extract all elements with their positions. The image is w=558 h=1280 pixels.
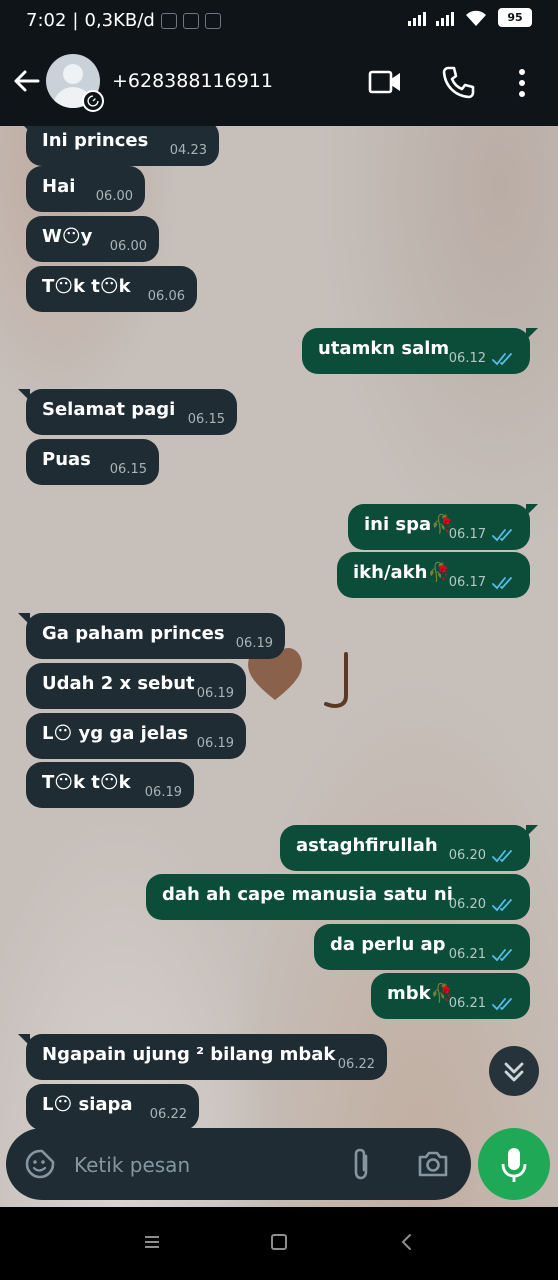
outgoing-message[interactable]: mbk🥀 06.21 (371, 973, 530, 1019)
double-chevron-down-icon[interactable] (489, 1046, 539, 1096)
message-time: 06.22 (149, 1107, 187, 1122)
chat-area[interactable]: Ini princes 04.23 Hai 06.00 W😶y 06.00 T😶k t😶k 0… (0, 126, 558, 1207)
message-time: 06.15 (109, 462, 147, 477)
outgoing-message[interactable]: ikh/akh🥀 06.17 (337, 552, 530, 598)
incoming-message[interactable]: T😶k t😶k 06.19 (26, 762, 194, 808)
message-time: 06.20 (448, 848, 486, 863)
app-notification-icon (182, 12, 199, 29)
message-time: 06.17 (448, 575, 486, 590)
incoming-message[interactable]: Ga paham princes 06.19 (18, 613, 285, 659)
message-text: Ngapain ujung ² bilang mbak (42, 1044, 336, 1065)
message-text: dah ah cape manusia satu ni (162, 884, 453, 905)
incoming-message[interactable]: Ngapain ujung ² bilang mbak 06.22 (18, 1034, 387, 1080)
read-receipt-icon (492, 529, 512, 542)
outgoing-message[interactable]: ini spa🥀 06.17 (348, 504, 538, 550)
contact-name[interactable]: +628388116911 (112, 70, 273, 92)
outgoing-message[interactable]: da perlu ap 06.21 (314, 924, 530, 970)
video-camera-icon[interactable] (367, 66, 403, 98)
outgoing-message[interactable]: astaghfirullah 06.20 (280, 825, 538, 871)
message-text: mbk🥀 (387, 983, 454, 1004)
tiktok-icon (204, 12, 221, 29)
phone-icon[interactable] (440, 64, 476, 100)
status-bar: 7:02 | 0,3KB/d 95 (0, 0, 558, 44)
message-time: 06.19 (144, 785, 182, 800)
system-nav-bar (0, 1207, 558, 1280)
status-time: 7:02 (26, 10, 67, 31)
message-time: 06.00 (109, 239, 147, 254)
message-time: 06.12 (448, 351, 486, 366)
camera-icon[interactable] (416, 1148, 450, 1180)
incoming-message[interactable]: W😶y 06.00 (26, 216, 159, 262)
outgoing-message[interactable]: utamkn salm 06.12 (302, 328, 538, 374)
battery-level: 95 (507, 11, 523, 24)
message-text: T😶k t😶k (42, 772, 131, 793)
message-text: Ga paham princes (42, 623, 225, 644)
message-time: 06.20 (448, 897, 486, 912)
message-text: Udah 2 x sebut (42, 673, 195, 694)
message-time: 06.21 (448, 996, 486, 1011)
paperclip-icon[interactable] (346, 1146, 376, 1182)
recent-apps-icon[interactable] (143, 1234, 161, 1250)
incoming-message[interactable]: L😶 siapa 06.22 (26, 1084, 199, 1130)
outgoing-message[interactable]: dah ah cape manusia satu ni 06.20 (146, 874, 530, 920)
message-text: utamkn salm (318, 338, 450, 359)
message-time: 06.00 (95, 189, 133, 204)
message-input[interactable] (72, 1142, 336, 1188)
message-text: L😶 siapa (42, 1094, 133, 1115)
message-text: astaghfirullah (296, 835, 438, 856)
message-text: Selamat pagi (42, 399, 176, 420)
status-data-speed: 0,3KB/d (84, 10, 155, 31)
back-arrow-icon[interactable] (10, 64, 44, 98)
message-text: Puas (42, 449, 91, 470)
read-receipt-icon (492, 850, 512, 863)
message-time: 06.19 (235, 636, 273, 651)
microphone-icon[interactable] (478, 1128, 550, 1200)
message-text: W😶y (42, 226, 93, 247)
home-icon[interactable] (271, 1234, 287, 1250)
message-text: Ini princes (42, 130, 149, 151)
message-text: L😶 yg ga jelas (42, 723, 189, 744)
message-time: 06.19 (196, 686, 234, 701)
signal-icon-2 (436, 10, 454, 26)
message-composer (6, 1128, 471, 1200)
message-time: 06.17 (448, 527, 486, 542)
read-receipt-icon (492, 949, 512, 962)
read-receipt-icon (492, 998, 512, 1011)
signal-icon (408, 10, 426, 26)
wifi-icon (466, 10, 486, 26)
message-time: 06.21 (448, 947, 486, 962)
message-time: 06.22 (337, 1057, 375, 1072)
incoming-message[interactable]: Puas 06.15 (26, 439, 159, 485)
incoming-message[interactable]: L😶 yg ga jelas 06.19 (26, 713, 246, 759)
battery-icon: 95 (498, 8, 532, 27)
read-receipt-icon (492, 577, 512, 590)
message-time: 06.06 (147, 289, 185, 304)
message-text: Hai (42, 176, 76, 197)
incoming-message[interactable]: Selamat pagi 06.15 (18, 389, 237, 435)
message-time: 04.23 (169, 143, 207, 158)
incoming-message[interactable]: T😶k t😶k 06.06 (26, 266, 197, 312)
incoming-message[interactable]: Hai 06.00 (26, 166, 145, 212)
sticker-smile-icon[interactable] (24, 1148, 56, 1180)
nav-back-icon[interactable] (400, 1233, 414, 1251)
wallpaper-calligraphy (324, 652, 348, 708)
disappearing-timer-icon (82, 90, 104, 112)
message-text: da perlu ap (330, 934, 446, 955)
incoming-message[interactable]: Ini princes 04.23 (18, 126, 219, 166)
message-text: ini spa🥀 (364, 514, 454, 535)
chat-header: +628388116911 (0, 44, 558, 126)
incoming-message[interactable]: Udah 2 x sebut 06.19 (26, 663, 246, 709)
message-text: ikh/akh🥀 (353, 562, 450, 583)
message-time: 06.15 (187, 412, 225, 427)
more-vertical-icon[interactable] (510, 66, 534, 100)
read-receipt-icon (492, 353, 512, 366)
message-text: T😶k t😶k (42, 276, 131, 297)
read-receipt-icon (492, 899, 512, 912)
message-time: 06.19 (196, 736, 234, 751)
notification-icon (160, 12, 177, 29)
